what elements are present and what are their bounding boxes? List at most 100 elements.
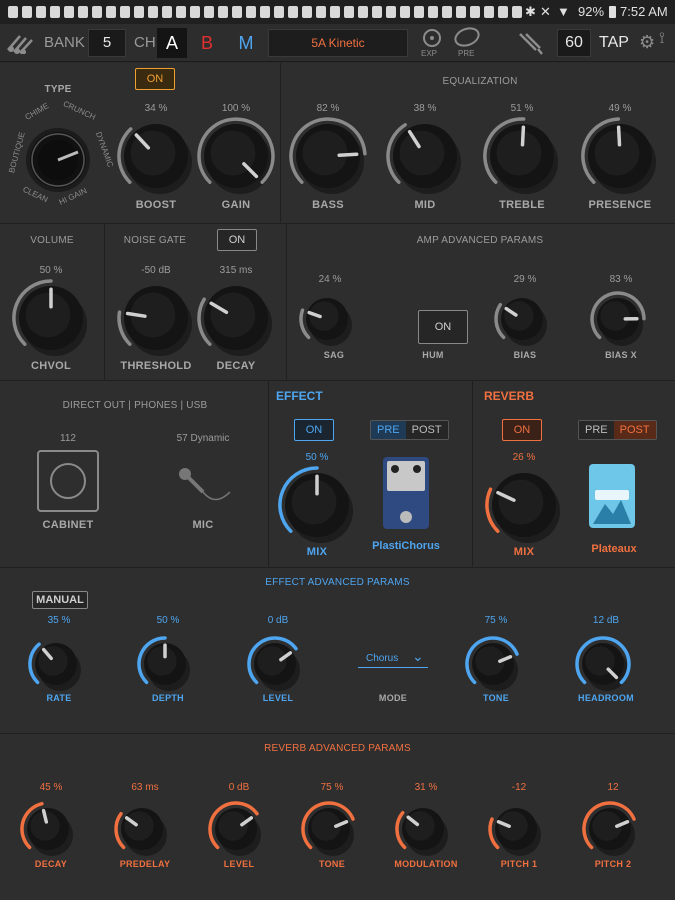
decay-knob[interactable] [196,278,276,358]
effect-pre-post-toggle[interactable]: PRE POST [370,420,449,440]
hum-on-button[interactable]: ON [418,310,468,344]
gain-knob[interactable] [196,116,276,196]
bias-x-knob[interactable] [589,290,647,348]
cabinet-icon[interactable] [37,450,99,512]
usb-icon[interactable]: ⟟ [659,30,665,48]
reverb-post-option[interactable]: POST [613,421,656,439]
reverb-mix-value: 26 % [512,452,536,463]
pitch2-value: 12 [607,782,619,793]
mic-value: 57 Dynamic [176,433,230,444]
reverb-level-value: 0 dB [228,782,250,793]
notification-icon [414,6,424,18]
rate-label: RATE [46,693,72,703]
bias-x-label: BIAS X [605,350,637,360]
reverb-tone-label: TONE [318,859,346,869]
notification-icon [372,6,382,18]
noise-gate-title: NOISE GATE [123,235,187,246]
boost-knob[interactable] [116,116,196,196]
chvol-label: CHVOL [31,360,71,372]
reverb-mix-label: MIX [513,546,535,558]
predelay-knob[interactable] [113,800,171,858]
pitch1-knob[interactable] [487,800,545,858]
channel-m-button[interactable]: M [231,28,261,58]
treble-value: 51 % [510,103,534,114]
treble-knob[interactable] [482,116,562,196]
reverb-decay-knob[interactable] [19,800,77,858]
noise-gate-on-button[interactable]: ON [217,229,257,251]
reverb-decay-value: 45 % [39,782,63,793]
effect-level-knob[interactable] [246,635,304,693]
effect-pre-option[interactable]: PRE [371,421,406,439]
presence-label: PRESENCE [588,199,652,211]
predelay-value: 63 ms [131,782,159,793]
reverb-pre-option[interactable]: PRE [579,421,614,439]
bass-value: 82 % [316,103,340,114]
tempo-display[interactable]: 60 [557,29,591,57]
chorus-pedal-image[interactable] [383,457,429,529]
bass-knob[interactable] [288,116,368,196]
notification-icon [50,6,60,18]
channel-b-button[interactable]: B [192,28,222,58]
notification-icon [484,6,494,18]
notification-icon [190,6,200,18]
chevron-down-icon: ⌄ [412,648,424,664]
reverb-pre-post-toggle[interactable]: PRE POST [578,420,657,440]
amp-advanced-title: AMP ADVANCED PARAMS [416,235,544,246]
divider [268,380,269,567]
notification-icon [36,6,46,18]
bias-knob[interactable] [493,290,551,348]
effect-post-option[interactable]: POST [405,421,448,439]
modulation-knob[interactable] [394,800,452,858]
pitch2-knob[interactable] [581,800,639,858]
microphone-icon[interactable] [175,462,235,512]
sag-knob[interactable] [298,290,356,348]
bias-x-value: 83 % [609,274,633,285]
presence-knob[interactable] [580,116,660,196]
tap-tempo-button[interactable]: TAP [595,29,633,57]
threshold-knob[interactable] [116,278,196,358]
plateaux-pedal-image[interactable] [589,464,635,528]
hum-label: HUM [422,350,444,360]
top-toolbar: BANK 5 CH A B M 5A Kinetic EXP PRE 60 TA… [0,24,675,62]
chvol-knob[interactable] [11,278,91,358]
effect-mix-knob[interactable] [277,465,357,545]
effect-tone-knob[interactable] [464,635,522,693]
gear-icon[interactable]: ⚙ [639,32,655,53]
bluetooth-icon: ✱ [525,4,536,19]
mode-dropdown[interactable]: Chorus ⌄ [358,648,428,668]
sag-label: SAG [323,350,345,360]
divider [472,380,473,567]
notification-icon [288,6,298,18]
effect-on-button[interactable]: ON [294,419,334,441]
depth-knob[interactable] [136,635,194,693]
notification-icon [344,6,354,18]
reverb-mix-knob[interactable] [484,465,564,545]
boost-on-button[interactable]: ON [135,68,175,90]
headroom-knob[interactable] [574,635,632,693]
notification-icon [386,6,396,18]
divider [0,380,675,381]
reverb-advanced-title: REVERB ADVANCED PARAMS [264,743,411,754]
reverb-tone-knob[interactable] [300,800,358,858]
reverb-level-knob[interactable] [207,800,265,858]
rate-knob[interactable] [27,635,85,693]
bank-select[interactable]: 5 [88,29,126,57]
mode-value: Chorus [366,653,399,664]
manual-button[interactable]: MANUAL [32,591,88,609]
channel-a-button[interactable]: A [157,28,187,58]
mid-knob[interactable] [385,116,465,196]
gain-label: GAIN [221,199,251,211]
sag-value: 24 % [318,274,342,285]
preset-name[interactable]: 5A Kinetic [268,29,408,57]
reverb-pedal-name: Plateaux [591,543,637,555]
cabinet-label: CABINET [42,519,94,531]
reverb-on-button[interactable]: ON [502,419,542,441]
notification-icon [246,6,256,18]
expression-pedal-icon[interactable] [420,27,444,49]
guitar-icon[interactable] [6,32,38,54]
tuner-fork-icon[interactable] [516,30,544,56]
preamp-pedal-icon[interactable] [452,26,482,48]
exp-label: EXP [421,49,438,58]
notification-icon [274,6,284,18]
pre-label: PRE [458,49,475,58]
